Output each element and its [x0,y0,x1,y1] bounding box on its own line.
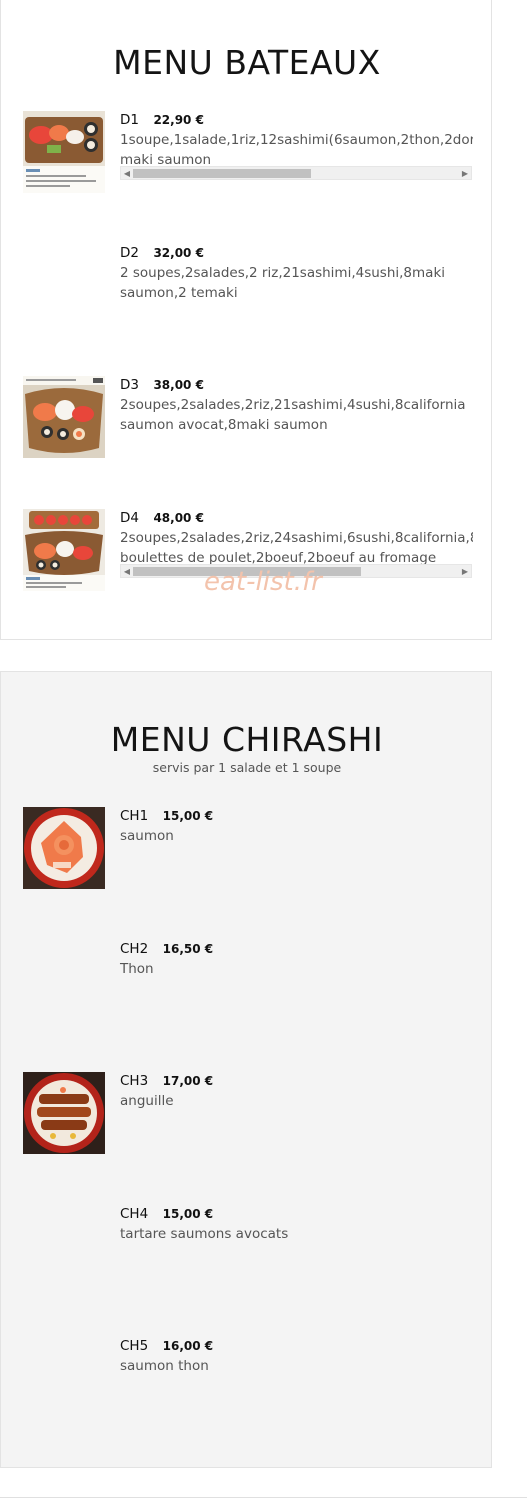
scroll-right-arrow-icon[interactable]: ▶ [460,567,470,577]
item-code: CH1 [120,808,149,824]
item-price: 15,00 € [162,809,214,823]
horizontal-scrollbar[interactable]: ◀ ▶ [120,166,472,180]
item-description-line: 1soupe,1salade,1riz,12sashimi(6saumon,2t… [120,132,473,148]
item-price: 32,00 € [153,246,204,260]
menu-chirashi-subtitle: servis par 1 salade et 1 soupe [152,760,342,775]
item-price: 22,90 € [153,113,204,127]
item-code: D2 [120,245,139,261]
item-code: CH3 [120,1073,149,1089]
item-price: 38,00 € [153,378,204,392]
item-price: 16,50 € [162,942,214,956]
item-description: 2soupes,2salades,2riz,24sashimi,6sushi,8… [120,528,473,568]
chirashi-salmon-bowl-photo [23,807,105,889]
boat-sashimi-california-photo [23,376,105,458]
watermark-text: eat-list.fr [204,567,322,597]
item-description-line: 2 soupes,2salades,2 riz,21sashimi,4sushi… [120,265,446,281]
item-description-line: 2soupes,2salades,2riz,21sashimi,4sushi,8… [120,397,466,413]
item-price: 17,00 € [162,1074,214,1088]
item-code: CH5 [120,1338,149,1354]
item-code: CH2 [120,941,149,957]
menu-bateaux-panel: MENU BATEAUX D1 22,90 € 1soupe,1salade,1… [0,0,492,640]
item-description: saumon thon [120,1358,209,1374]
scrollbar-thumb[interactable] [133,169,311,178]
item-price: 16,00 € [162,1339,214,1353]
menu-item-ch5[interactable]: CH5 16,00 € saumon thon [23,1337,473,1437]
item-code: D3 [120,377,139,393]
menu-chirashi-title: MENU CHIRASHI [110,720,384,759]
item-description: tartare saumons avocats [120,1226,289,1242]
scroll-right-arrow-icon[interactable]: ▶ [460,169,470,179]
chirashi-eel-bowl-photo [23,1072,105,1154]
item-description: saumon [120,828,174,844]
menu-chirashi-panel: MENU CHIRASHI servis par 1 salade et 1 s… [0,671,492,1468]
scroll-left-arrow-icon[interactable]: ◀ [122,169,132,179]
item-description-line: saumon,2 temaki [120,285,238,301]
boat-large-platter-photo [23,509,105,591]
menu-item-ch4[interactable]: CH4 15,00 € tartare saumons avocats [23,1205,473,1305]
item-description-line: 2soupes,2salades,2riz,24sashimi,6sushi,8… [120,530,473,546]
item-price: 15,00 € [162,1207,214,1221]
item-description: 2soupes,2salades,2riz,21sashimi,4sushi,8… [120,395,473,435]
item-description: anguille [120,1093,174,1109]
menu-item-ch1[interactable]: CH1 15,00 € saumon [23,807,473,907]
boat-sashimi-maki-photo [23,111,105,193]
item-code: CH4 [120,1206,149,1222]
item-description: Thon [120,961,154,977]
menu-item-d3[interactable]: D3 38,00 € 2soupes,2salades,2riz,21sashi… [23,376,473,476]
menu-item-ch2[interactable]: CH2 16,50 € Thon [23,940,473,1040]
item-code: D4 [120,510,139,526]
scroll-left-arrow-icon[interactable]: ◀ [122,567,132,577]
menu-item-d1[interactable]: D1 22,90 € 1soupe,1salade,1riz,12sashimi… [23,111,473,211]
menu-item-d2[interactable]: D2 32,00 € 2 soupes,2salades,2 riz,21sas… [23,244,473,344]
page-divider [0,1497,527,1498]
item-description: 2 soupes,2salades,2 riz,21sashimi,4sushi… [120,263,473,303]
menu-item-ch3[interactable]: CH3 17,00 € anguille [23,1072,473,1172]
item-description-line: saumon avocat,8maki saumon [120,417,328,433]
item-price: 48,00 € [153,511,204,525]
item-description: 1soupe,1salade,1riz,12sashimi(6saumon,2t… [120,130,473,170]
item-code: D1 [120,112,139,128]
menu-bateaux-title: MENU BATEAUX [113,43,381,82]
